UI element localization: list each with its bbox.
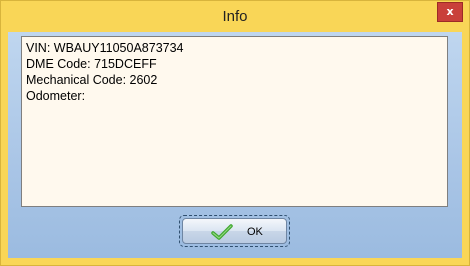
vin-line: VIN: WBAUY11050A873734 bbox=[26, 41, 184, 55]
dme-code-line: DME Code: 715DCEFF bbox=[26, 57, 157, 71]
ok-button-face[interactable]: OK bbox=[182, 218, 287, 244]
window-title: Info bbox=[222, 8, 248, 25]
info-text-area[interactable]: VIN: WBAUY11050A873734 DME Code: 715DCEF… bbox=[21, 36, 448, 207]
odometer-line: Odometer: bbox=[26, 89, 86, 103]
title-bar[interactable]: Info x bbox=[1, 1, 469, 32]
checkmark-icon bbox=[211, 224, 233, 240]
ok-button-label: OK bbox=[247, 226, 263, 238]
info-dialog: Info x VIN: WBAUY11050A873734 DME Code: … bbox=[0, 0, 470, 266]
close-button[interactable]: x bbox=[437, 2, 463, 22]
mechanical-code-line: Mechanical Code: 2602 bbox=[26, 73, 158, 87]
dialog-body: VIN: WBAUY11050A873734 DME Code: 715DCEF… bbox=[8, 32, 462, 258]
ok-button[interactable]: OK bbox=[179, 215, 290, 247]
